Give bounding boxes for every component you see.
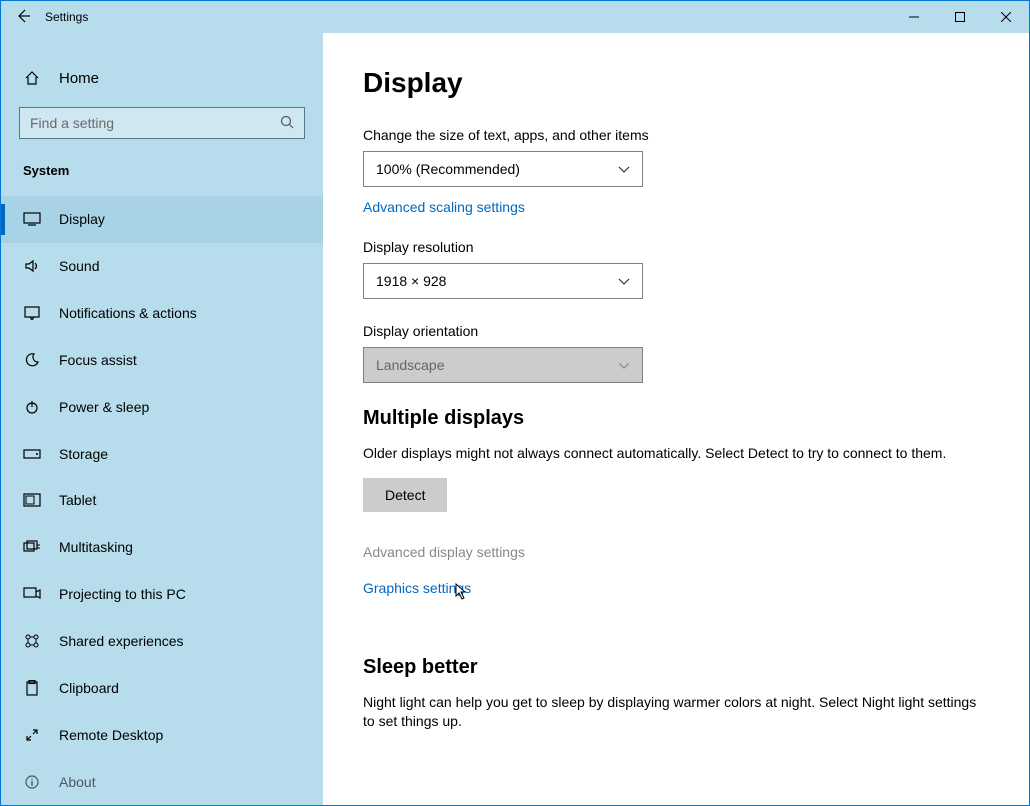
orientation-label: Display orientation — [363, 323, 989, 339]
nav-projecting[interactable]: Projecting to this PC — [1, 571, 323, 618]
nav-label: Storage — [59, 446, 108, 462]
chevron-down-icon — [618, 273, 630, 289]
minimize-button[interactable] — [891, 1, 937, 33]
close-button[interactable] — [983, 1, 1029, 33]
scale-label: Change the size of text, apps, and other… — [363, 127, 989, 143]
storage-icon — [23, 445, 41, 463]
nav-label: Remote Desktop — [59, 727, 163, 743]
clipboard-icon — [23, 679, 41, 697]
nav-label: Sound — [59, 258, 99, 274]
chevron-down-icon — [618, 357, 630, 373]
nav-power-sleep[interactable]: Power & sleep — [1, 383, 323, 430]
nav-label: Shared experiences — [59, 633, 184, 649]
nav-label: About — [59, 774, 96, 790]
notifications-icon — [23, 304, 41, 322]
nav-multitasking[interactable]: Multitasking — [1, 524, 323, 571]
graphics-settings-link[interactable]: Graphics settings — [363, 580, 471, 596]
power-icon — [23, 398, 41, 416]
titlebar: Settings — [1, 1, 1029, 33]
search-icon — [280, 115, 294, 132]
scale-dropdown[interactable]: 100% (Recommended) — [363, 151, 643, 187]
chevron-down-icon — [618, 161, 630, 177]
home-nav[interactable]: Home — [1, 59, 323, 97]
resolution-value: 1918 × 928 — [376, 273, 446, 289]
tablet-icon — [23, 491, 41, 509]
nav-label: Notifications & actions — [59, 305, 197, 321]
sleep-better-heading: Sleep better — [363, 656, 989, 679]
resolution-label: Display resolution — [363, 239, 989, 255]
multitasking-icon — [23, 538, 41, 556]
nav-tablet[interactable]: Tablet — [1, 477, 323, 524]
orientation-dropdown: Landscape — [363, 347, 643, 383]
nav-notifications[interactable]: Notifications & actions — [1, 290, 323, 337]
maximize-button[interactable] — [937, 1, 983, 33]
resolution-dropdown[interactable]: 1918 × 928 — [363, 263, 643, 299]
nav-label: Tablet — [59, 492, 96, 508]
nav-about[interactable]: About — [1, 758, 323, 805]
orientation-value: Landscape — [376, 357, 445, 373]
moon-icon — [23, 351, 41, 369]
monitor-icon — [23, 210, 41, 228]
section-label: System — [1, 157, 323, 196]
nav-label: Multitasking — [59, 539, 133, 555]
nav-shared-experiences[interactable]: Shared experiences — [1, 618, 323, 665]
nav-label: Projecting to this PC — [59, 586, 186, 602]
home-label: Home — [59, 70, 99, 87]
nav-list: Display Sound Notifications & actions Fo… — [1, 196, 323, 805]
nav-storage[interactable]: Storage — [1, 430, 323, 477]
multiple-displays-heading: Multiple displays — [363, 407, 989, 430]
content-pane: Display Change the size of text, apps, a… — [323, 33, 1029, 805]
advanced-display-link[interactable]: Advanced display settings — [363, 544, 525, 560]
home-icon — [23, 69, 41, 87]
page-title: Display — [363, 67, 989, 99]
info-icon — [23, 773, 41, 791]
nav-label: Display — [59, 211, 105, 227]
sidebar: Home System Display Sound Notificatio — [1, 33, 323, 805]
window-title: Settings — [45, 10, 88, 24]
back-button[interactable] — [15, 8, 31, 27]
search-input[interactable] — [30, 115, 280, 131]
nav-clipboard[interactable]: Clipboard — [1, 664, 323, 711]
sleep-better-desc: Night light can help you get to sleep by… — [363, 693, 989, 732]
sound-icon — [23, 257, 41, 275]
nav-remote-desktop[interactable]: Remote Desktop — [1, 711, 323, 758]
projecting-icon — [23, 585, 41, 603]
advanced-scaling-link[interactable]: Advanced scaling settings — [363, 199, 525, 215]
nav-sound[interactable]: Sound — [1, 243, 323, 290]
nav-display[interactable]: Display — [1, 196, 323, 243]
shared-icon — [23, 632, 41, 650]
search-box[interactable] — [19, 107, 305, 139]
nav-label: Focus assist — [59, 352, 137, 368]
scale-value: 100% (Recommended) — [376, 161, 520, 177]
remote-icon — [23, 726, 41, 744]
detect-button[interactable]: Detect — [363, 478, 447, 512]
nav-label: Power & sleep — [59, 399, 149, 415]
multiple-displays-desc: Older displays might not always connect … — [363, 444, 989, 464]
nav-label: Clipboard — [59, 680, 119, 696]
nav-focus-assist[interactable]: Focus assist — [1, 337, 323, 384]
